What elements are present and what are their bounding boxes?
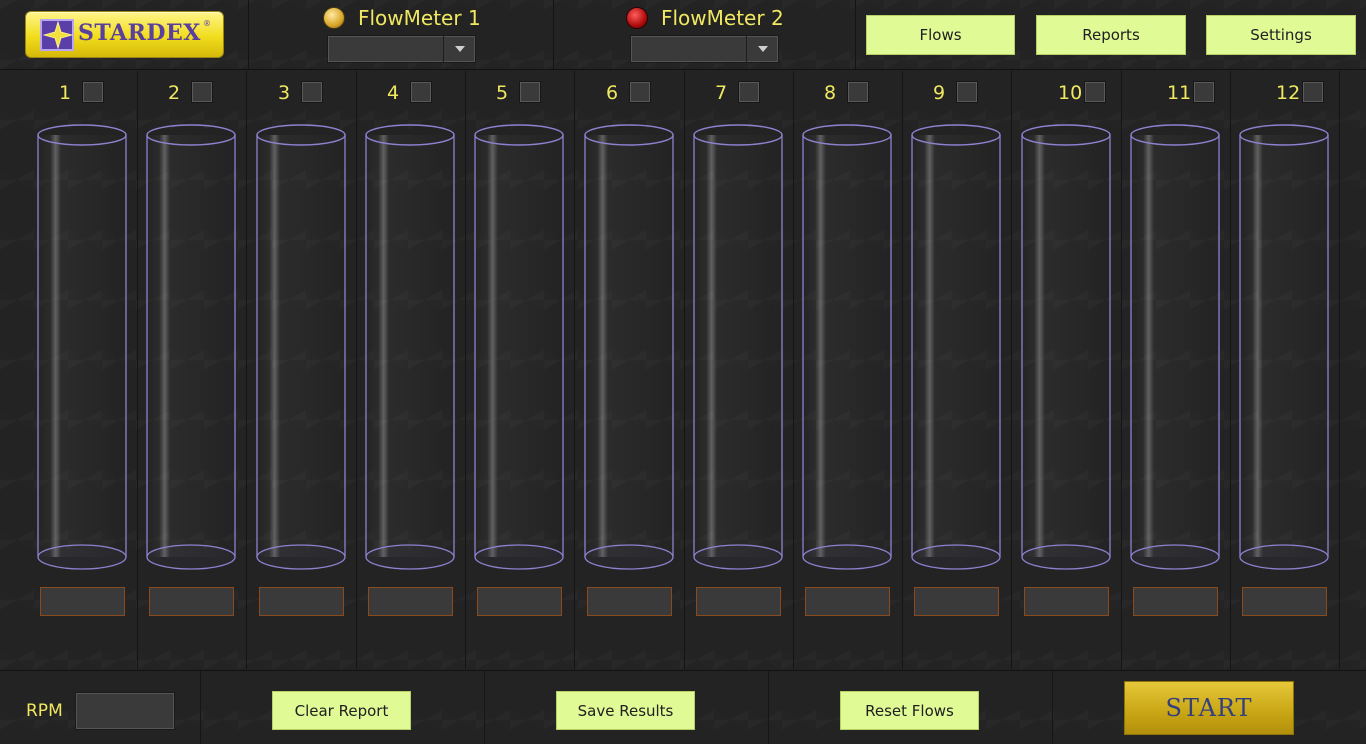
flow-column: 3 xyxy=(247,71,357,669)
logo-brand-text: STARDEX xyxy=(78,20,201,46)
column-checkbox[interactable] xyxy=(301,81,323,103)
flowmeter-1-label: FlowMeter 1 xyxy=(358,6,481,30)
column-flow-value xyxy=(259,587,344,616)
column-flow-value xyxy=(40,587,125,616)
column-flow-value xyxy=(696,587,781,616)
flow-tube xyxy=(911,124,1001,570)
flow-tube xyxy=(693,124,783,570)
column-checkbox[interactable] xyxy=(191,81,213,103)
flow-tube xyxy=(256,124,346,570)
rpm-input[interactable] xyxy=(75,692,175,730)
flow-tube xyxy=(584,124,674,570)
flow-tube xyxy=(474,124,564,570)
star-icon xyxy=(40,19,74,51)
column-number: 7 xyxy=(715,82,728,104)
flowmeter-1-select[interactable] xyxy=(327,35,476,63)
flow-tube xyxy=(802,124,892,570)
divider xyxy=(855,0,856,70)
registered-mark: ® xyxy=(203,19,211,28)
flow-tube xyxy=(1239,124,1329,570)
flow-column: 2 xyxy=(137,71,247,669)
reset-flows-button[interactable]: Reset Flows xyxy=(840,691,979,730)
chevron-down-icon[interactable] xyxy=(746,36,778,62)
save-results-button[interactable]: Save Results xyxy=(556,691,695,730)
column-number: 4 xyxy=(387,82,400,104)
column-flow-value xyxy=(477,587,562,616)
flow-tube xyxy=(365,124,455,570)
column-flow-value xyxy=(368,587,453,616)
flowmeter-2-select[interactable] xyxy=(630,35,779,63)
flow-column: 1 xyxy=(28,71,138,669)
column-flow-value xyxy=(1133,587,1218,616)
flows-button[interactable]: Flows xyxy=(866,15,1015,55)
flowmeter-2-status-led xyxy=(626,7,648,29)
stardex-logo: STARDEX ® xyxy=(25,11,224,58)
column-checkbox[interactable] xyxy=(1302,81,1324,103)
flow-column: 6 xyxy=(575,71,685,669)
flow-column: 5 xyxy=(465,71,575,669)
bottom-bar: RPM Clear Report Save Results Reset Flow… xyxy=(0,670,1366,744)
flow-column: 11 xyxy=(1121,71,1231,669)
flow-tube xyxy=(1021,124,1111,570)
chevron-down-icon[interactable] xyxy=(443,36,475,62)
flow-column: 4 xyxy=(356,71,466,669)
column-number: 5 xyxy=(496,82,509,104)
column-checkbox[interactable] xyxy=(1084,81,1106,103)
flow-tube xyxy=(146,124,236,570)
column-number: 10 xyxy=(1058,82,1083,104)
flow-column: 9 xyxy=(902,71,1012,669)
column-flow-value xyxy=(1024,587,1109,616)
flow-column: 7 xyxy=(684,71,794,669)
column-checkbox[interactable] xyxy=(519,81,541,103)
divider xyxy=(200,671,201,744)
column-number: 6 xyxy=(606,82,619,104)
reports-button[interactable]: Reports xyxy=(1036,15,1186,55)
column-flow-value xyxy=(1242,587,1327,616)
clear-report-button[interactable]: Clear Report xyxy=(272,691,411,730)
top-bar: STARDEX ® FlowMeter 1 FlowMeter 2 Flows … xyxy=(0,0,1366,70)
column-checkbox[interactable] xyxy=(738,81,760,103)
column-checkbox[interactable] xyxy=(629,81,651,103)
divider xyxy=(484,671,485,744)
column-number: 8 xyxy=(824,82,837,104)
column-flow-value xyxy=(149,587,234,616)
flow-tube xyxy=(37,124,127,570)
flow-column: 10 xyxy=(1012,71,1122,669)
divider xyxy=(553,0,554,70)
divider xyxy=(1052,671,1053,744)
column-checkbox[interactable] xyxy=(410,81,432,103)
settings-button[interactable]: Settings xyxy=(1206,15,1356,55)
flow-column: 12 xyxy=(1230,71,1340,669)
column-number: 3 xyxy=(278,82,291,104)
column-checkbox[interactable] xyxy=(82,81,104,103)
start-button[interactable]: START xyxy=(1124,681,1294,735)
flow-column: 8 xyxy=(793,71,903,669)
column-number: 1 xyxy=(59,82,72,104)
flowmeter-2-label: FlowMeter 2 xyxy=(661,6,784,30)
column-number: 12 xyxy=(1276,82,1301,104)
rpm-label: RPM xyxy=(26,701,63,721)
column-flow-value xyxy=(805,587,890,616)
column-number: 9 xyxy=(933,82,946,104)
divider xyxy=(248,0,249,70)
column-number: 11 xyxy=(1167,82,1192,104)
flow-tube xyxy=(1130,124,1220,570)
column-number: 2 xyxy=(168,82,181,104)
column-checkbox[interactable] xyxy=(956,81,978,103)
column-flow-value xyxy=(914,587,999,616)
column-checkbox[interactable] xyxy=(847,81,869,103)
column-flow-value xyxy=(587,587,672,616)
column-checkbox[interactable] xyxy=(1193,81,1215,103)
divider xyxy=(768,671,769,744)
flowmeter-1-status-led xyxy=(323,7,345,29)
